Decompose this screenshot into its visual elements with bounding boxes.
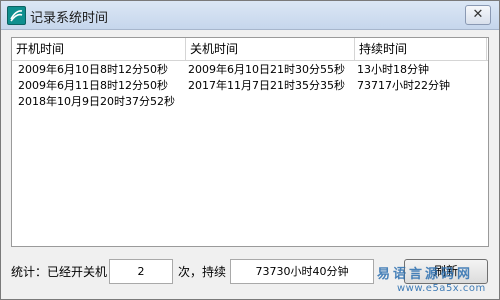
- records-listview[interactable]: 开机时间 关机时间 持续时间 2009年6月10日8时12分50秒 2009年6…: [11, 37, 489, 247]
- table-row[interactable]: 2009年6月10日8时12分50秒 2009年6月10日21时30分55秒 1…: [12, 62, 488, 78]
- boot-time-cell: 2009年6月11日8时12分50秒: [18, 79, 168, 92]
- table-row[interactable]: 2009年6月11日8时12分50秒 2017年11月7日21时35分35秒 7…: [12, 78, 488, 94]
- boot-time-cell: 2009年6月10日8时12分50秒: [18, 63, 168, 76]
- stats-prefix-label: 统计：已经开关机: [11, 265, 108, 279]
- close-button[interactable]: ✕: [465, 5, 491, 25]
- table-row[interactable]: 2018年10月9日20时37分52秒: [12, 94, 488, 110]
- shutdown-time-cell: 2017年11月7日21时35分35秒: [188, 79, 345, 92]
- duration-cell: 73717小时22分钟: [357, 79, 450, 92]
- column-header-shutdown-time[interactable]: 关机时间: [186, 38, 355, 60]
- watermark-site-name: 易语言源码网: [377, 267, 474, 282]
- watermark-site-url: www.e5a5x.com: [397, 283, 486, 294]
- close-icon: ✕: [472, 7, 484, 22]
- boot-count-field[interactable]: 2: [109, 259, 173, 284]
- main-window: 记录系统时间 ✕ 开机时间 关机时间 持续时间 2009年6月10日8时12分5…: [0, 0, 500, 300]
- column-header-boot-time[interactable]: 开机时间: [12, 38, 186, 60]
- shutdown-time-cell: 2009年6月10日21时30分55秒: [188, 63, 345, 76]
- stats-middle-label: 次，持续: [178, 265, 227, 279]
- listview-header: 开机时间 关机时间 持续时间: [12, 38, 488, 61]
- duration-cell: 13小时18分钟: [357, 63, 429, 76]
- boot-time-cell: 2018年10月9日20时37分52秒: [18, 95, 175, 108]
- total-duration-field[interactable]: 73730小时40分钟: [230, 259, 374, 284]
- app-logo-icon: [7, 6, 26, 25]
- column-header-duration[interactable]: 持续时间: [355, 38, 487, 60]
- window-title: 记录系统时间: [30, 11, 109, 26]
- title-bar[interactable]: 记录系统时间 ✕: [1, 1, 499, 30]
